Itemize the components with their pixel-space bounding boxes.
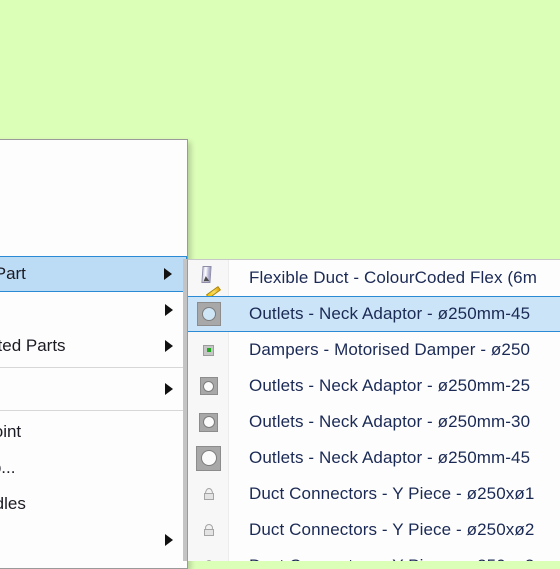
menu-separator [0, 410, 185, 411]
chevron-right-icon [165, 383, 173, 395]
list-item-label: Outlets - Neck Adaptor - ø250mm-45 [249, 304, 531, 323]
list-item-label: Duct Connectors - Y Piece - ø250xø2 [249, 520, 535, 539]
y-piece-icon [188, 476, 229, 512]
menu-item-all-handles[interactable]: l Handles [0, 486, 187, 522]
menu-item-clipped-submenu[interactable] [0, 371, 187, 407]
menu-separator [0, 367, 185, 368]
list-item-label: Outlets - Neck Adaptor - ø250mm-25 [249, 376, 531, 395]
context-menu: New Part rt Selected Parts dle Point / D… [0, 139, 188, 569]
list-item[interactable]: Duct Connectors - Y Piece - ø250xø1 [188, 476, 560, 512]
list-item-label: Dampers - Motorised Damper - ø250 [249, 340, 531, 359]
menu-item-selected-parts[interactable]: Selected Parts [0, 328, 187, 364]
menu-item-label: New Part [0, 264, 26, 283]
menu-item-label: Selected Parts [0, 336, 66, 355]
list-item-label: Outlets - Neck Adaptor - ø250mm-45 [249, 448, 531, 467]
chevron-right-icon [165, 340, 173, 352]
list-item[interactable]: Dampers - Motorised Damper - ø250 [188, 332, 560, 368]
list-item[interactable]: Flexible Duct - ColourCoded Flex (6m [188, 260, 560, 296]
list-item[interactable]: Duct Connectors - Y Piece - ø250xø2 [188, 548, 560, 561]
menu-item-handle-point[interactable]: dle Point [0, 414, 187, 450]
parts-list-rows: Flexible Duct - ColourCoded Flex (6m Out… [188, 260, 560, 561]
list-item-selected[interactable]: Outlets - Neck Adaptor - ø250mm-45 [188, 296, 560, 332]
menu-item-drag-drop[interactable]: / Drop... [0, 450, 187, 486]
menu-item-label: dle Point [0, 422, 22, 441]
neck-adaptor-large-icon [188, 440, 229, 476]
list-item[interactable]: Outlets - Neck Adaptor - ø250mm-30 [188, 404, 560, 440]
parts-list-panel: Flexible Duct - ColourCoded Flex (6m Out… [187, 259, 560, 561]
context-menu-blank-area [0, 140, 187, 256]
neck-adaptor-small-icon [188, 368, 229, 404]
menu-item-part[interactable]: rt [0, 292, 187, 328]
list-item-label: Outlets - Neck Adaptor - ø250mm-30 [249, 412, 531, 431]
list-item-label: Flexible Duct - ColourCoded Flex (6m [249, 268, 537, 287]
list-item[interactable]: Duct Connectors - Y Piece - ø250xø2 [188, 512, 560, 548]
menu-item-label: l Handles [0, 494, 26, 513]
motorised-damper-icon [188, 332, 229, 368]
y-piece-round-icon [188, 512, 229, 548]
list-item-label: Duct Connectors - Y Piece - ø250xø1 [249, 484, 535, 503]
neck-adaptor-large-icon [188, 297, 229, 331]
chevron-right-icon [165, 304, 173, 316]
menu-item-label: / Drop... [0, 458, 16, 477]
list-item-label: Duct Connectors - Y Piece - ø250xø2 [229, 556, 534, 561]
chevron-right-icon [164, 268, 172, 280]
y-piece-icon [188, 548, 229, 561]
list-item[interactable]: Outlets - Neck Adaptor - ø250mm-45 [188, 440, 560, 476]
neck-adaptor-small-icon [188, 404, 229, 440]
menu-item-scale[interactable]: le [0, 522, 187, 558]
menu-item-new-part[interactable]: New Part [0, 256, 187, 292]
chevron-right-icon [165, 534, 173, 546]
flexible-duct-icon [188, 260, 229, 296]
list-item[interactable]: Outlets - Neck Adaptor - ø250mm-25 [188, 368, 560, 404]
